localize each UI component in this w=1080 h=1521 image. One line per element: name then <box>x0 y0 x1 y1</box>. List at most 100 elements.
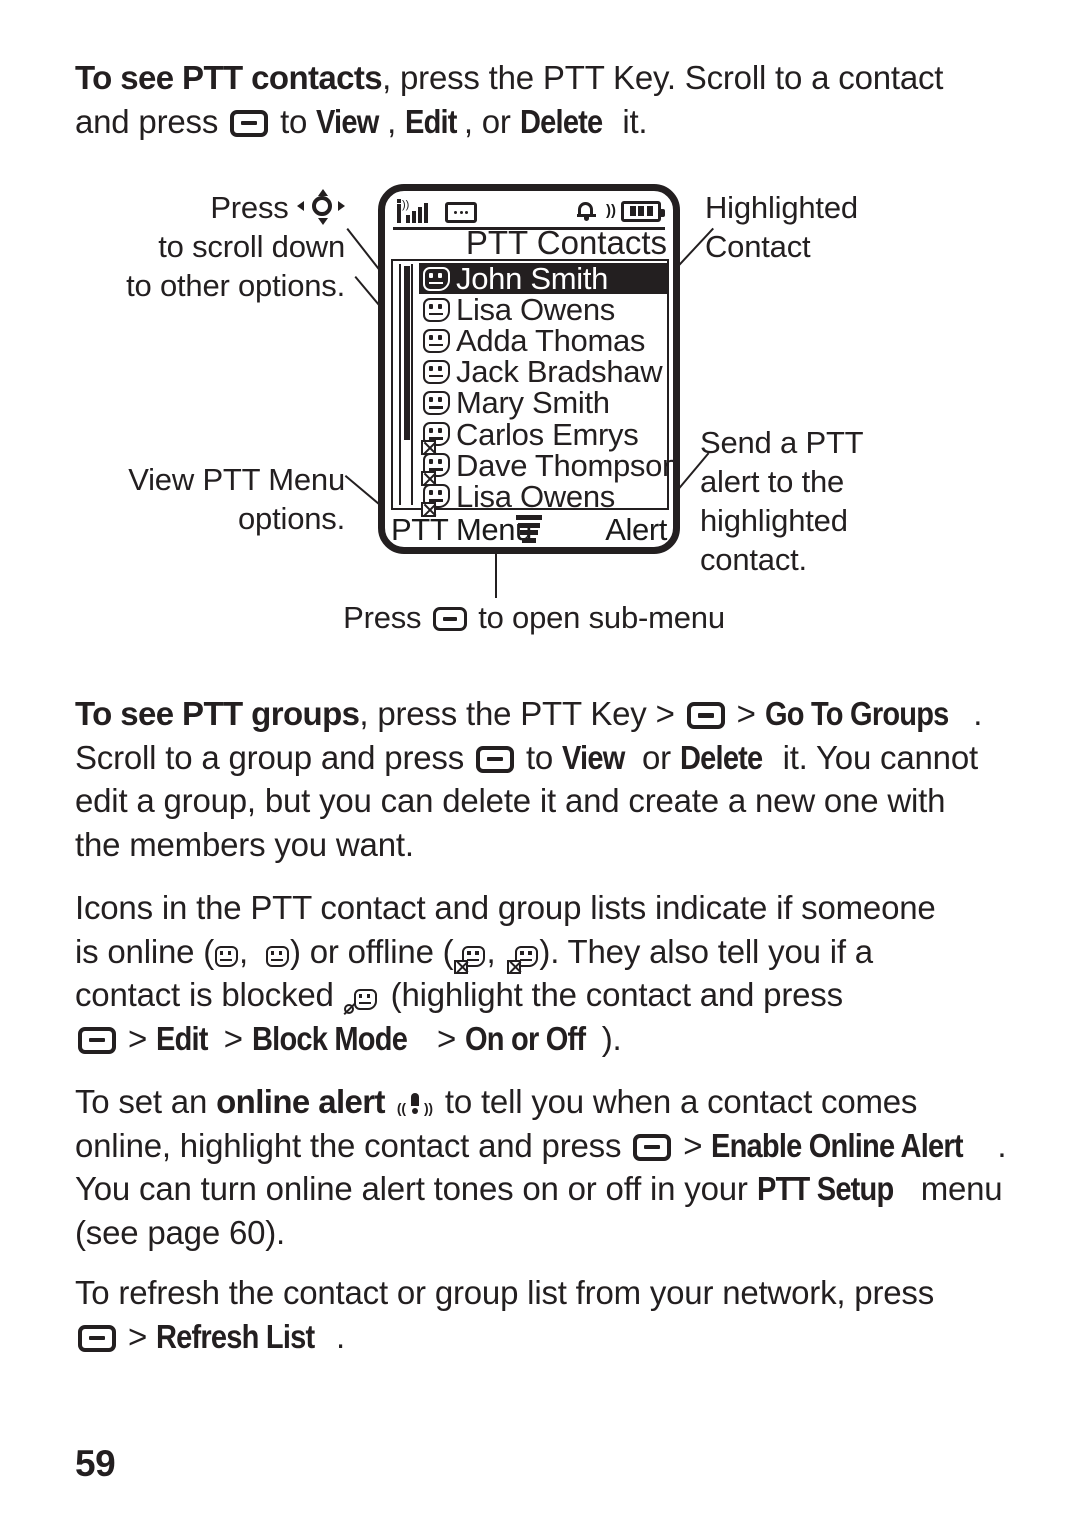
contact-row[interactable]: Adda Thomas <box>419 325 667 356</box>
scrollbar-track[interactable] <box>399 264 413 505</box>
menu-key-icon <box>78 1324 116 1352</box>
online-alert-line3b: menu <box>920 1170 1003 1207</box>
contact-online-face-icon <box>423 359 450 384</box>
online-alert-gt: > <box>683 1126 703 1164</box>
message-icon <box>445 202 477 223</box>
paragraph-ptt-contacts: To see PTT contacts, press the PTT Key. … <box>75 56 975 143</box>
view-label: View <box>562 738 625 776</box>
softkey-right-alert[interactable]: Alert <box>605 513 667 547</box>
contact-row[interactable]: John Smith <box>419 263 667 295</box>
ptt-groups-gt: > <box>736 695 756 732</box>
contact-list[interactable]: John Smith Lisa Owens Adda Thomas Jack Brad… <box>391 259 679 518</box>
contact-name: Lisa Owens <box>456 478 615 514</box>
contact-name: Dave Thompson <box>456 447 679 483</box>
bell-alert-icon: )) <box>577 200 616 222</box>
annotation-send-alert-line3: highlighted <box>700 503 848 538</box>
online-alert-line2-end: . <box>997 1126 1007 1164</box>
contact-online-face-icon <box>423 297 450 322</box>
online-alert-line1a: To set an <box>75 1083 208 1120</box>
icons-line4-end: ). <box>601 1019 622 1057</box>
page-number: 59 <box>75 1443 116 1484</box>
contact-offline-face-icon <box>421 422 450 456</box>
annotation-highlighted-line2: Contact <box>705 229 811 264</box>
contact-name: Lisa Owens <box>456 292 615 328</box>
annotation-press-word: Press <box>210 190 289 225</box>
icons-line3a: contact is blocked <box>75 976 334 1013</box>
view-label: View <box>316 102 379 140</box>
blocked-face-icon <box>343 989 377 1014</box>
online-group-face-icon <box>258 940 289 967</box>
menu-key-icon <box>78 1026 116 1054</box>
enable-online-alert-label: Enable Online Alert <box>711 1126 964 1164</box>
menu-key-icon <box>633 1133 672 1161</box>
icons-line1: Icons in the PTT contact and group lists… <box>75 889 936 926</box>
icons-comma-2: , <box>486 932 496 970</box>
contact-online-face-icon <box>423 328 450 353</box>
icons-line2c: ). They also tell you if a <box>539 932 873 970</box>
ptt-contacts-text-2a: and press <box>75 102 219 140</box>
ptt-contacts-text-2c: it. <box>622 102 648 140</box>
contact-row[interactable]: Jack Bradshaw <box>419 356 667 387</box>
ptt-contacts-text-1: , press the PTT Key. Scroll to a contact <box>382 59 944 96</box>
refresh-gt: > <box>127 1317 148 1355</box>
annotation-send-alert-line4: contact. <box>700 542 807 577</box>
ptt-groups-line3: edit a group, but you can delete it and … <box>75 782 946 819</box>
annotation-submenu-after: to open sub-menu <box>478 600 725 635</box>
screen-title: PTT Contacts <box>465 224 667 261</box>
delete-label: Delete <box>679 738 763 776</box>
menu-icon[interactable] <box>514 515 544 545</box>
ptt-groups-period: . <box>973 695 983 732</box>
contact-rows: John Smith Lisa Owens Adda Thomas Jack Brad… <box>419 263 679 518</box>
edit-label: Edit <box>405 102 457 140</box>
paragraph-refresh: To refresh the contact or group list fro… <box>75 1271 1035 1358</box>
refresh-line1: To refresh the contact or group list fro… <box>75 1274 934 1311</box>
contact-row[interactable]: Lisa Owens <box>419 294 667 325</box>
menu-key-icon <box>475 745 514 773</box>
online-alert-bold: online alert <box>216 1083 385 1120</box>
scrollbar-thumb[interactable] <box>404 266 410 440</box>
annotation-submenu-before: Press <box>343 600 422 635</box>
icons-gt-2: > <box>223 1019 243 1057</box>
online-alert-line1b: to tell you when a contact comes <box>444 1083 918 1120</box>
annotation-view-menu: View PTT Menu options. <box>100 460 345 538</box>
contact-row[interactable]: Lisa Owens <box>419 478 667 518</box>
soft-key-bar: PTT Menu Alert <box>391 513 667 547</box>
battery-icon <box>621 200 665 222</box>
icons-line2a: is online ( <box>75 932 215 970</box>
ptt-groups-line2b: to <box>525 738 554 776</box>
ptt-groups-line4: the members you want. <box>75 825 414 863</box>
offline-single-face-icon <box>454 945 486 974</box>
ptt-groups-line2a: Scroll to a group and press <box>75 738 464 776</box>
contact-row[interactable]: Mary Smith <box>419 387 667 418</box>
ptt-setup-label: PTT Setup <box>756 1170 894 1207</box>
ptt-groups-lead: To see PTT groups <box>75 695 360 732</box>
contact-offline-face-icon <box>421 484 450 518</box>
annotation-send-alert-line1: Send a PTT <box>700 425 864 460</box>
ptt-contacts-text-2b: to <box>280 102 308 140</box>
contact-name: Jack Bradshaw <box>456 354 663 390</box>
icons-line2b: ) or offline ( <box>289 932 454 970</box>
contact-row[interactable]: Dave Thompson <box>419 450 679 487</box>
annotation-highlighted-line1: Highlighted <box>705 190 858 225</box>
annotation-scroll-down: Press to scroll down to other options. <box>95 188 345 305</box>
online-alert-line4: (see page 60). <box>75 1213 286 1251</box>
manual-page: To see PTT contacts, press the PTT Key. … <box>0 0 1080 1521</box>
contact-offline-face-icon <box>421 453 450 487</box>
or-label: , or <box>463 102 511 140</box>
contact-name: Adda Thomas <box>456 323 646 359</box>
ptt-contacts-lead: To see PTT contacts <box>75 59 383 96</box>
ptt-groups-line2d: it. You cannot <box>782 738 979 776</box>
contact-row[interactable]: Carlos Emrys <box>419 416 667 456</box>
paragraph-icons: Icons in the PTT contact and group lists… <box>75 886 1025 1060</box>
menu-key-icon <box>686 702 725 729</box>
signal-bars-icon: )) <box>397 199 431 223</box>
softkey-left-ptt-menu[interactable]: PTT Menu <box>391 513 532 547</box>
on-or-off-label: On or Off <box>464 1019 586 1057</box>
annotation-send-alert: Send a PTT alert to the highlighted cont… <box>700 423 1010 579</box>
navigation-key-icon <box>297 189 345 225</box>
comma-1: , <box>387 102 397 140</box>
menu-key-icon <box>432 607 467 631</box>
ptt-groups-text-1: , press the PTT Key > <box>359 695 675 732</box>
paragraph-online-alert: To set an online alert (()) to tell you … <box>75 1080 1035 1254</box>
contact-name: Carlos Emrys <box>456 416 639 452</box>
